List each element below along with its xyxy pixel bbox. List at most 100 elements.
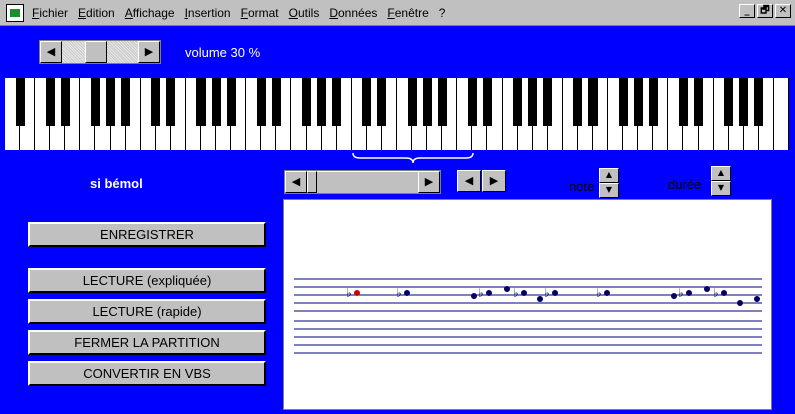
step-scrollbar[interactable]: ◀ ▶: [457, 170, 507, 194]
score-note[interactable]: [537, 296, 543, 302]
record-button[interactable]: ENREGISTRER: [28, 222, 266, 247]
step-left-arrow-icon[interactable]: ◀: [457, 170, 481, 192]
black-key[interactable]: [437, 78, 447, 126]
black-key[interactable]: [60, 78, 70, 126]
note-head: [721, 290, 727, 296]
score-note[interactable]: ♭: [713, 286, 727, 300]
menu-fenetre[interactable]: Fenêtre: [387, 6, 428, 20]
menu-help[interactable]: ?: [439, 6, 446, 20]
black-key[interactable]: [588, 78, 598, 126]
black-key[interactable]: [106, 78, 116, 126]
black-key[interactable]: [362, 78, 372, 126]
score-note[interactable]: [754, 296, 760, 302]
note-up-arrow-icon[interactable]: ▲: [599, 168, 619, 183]
note-head: [686, 290, 692, 296]
play-fast-button[interactable]: LECTURE (rapide): [28, 299, 266, 324]
black-key[interactable]: [196, 78, 206, 126]
black-key[interactable]: [15, 78, 25, 126]
black-key[interactable]: [513, 78, 523, 126]
black-key[interactable]: [211, 78, 221, 126]
duree-up-arrow-icon[interactable]: ▲: [711, 166, 731, 181]
black-key[interactable]: [618, 78, 628, 126]
flat-icon: ♭: [478, 286, 484, 300]
menu-bar: Fichier Edition Affichage Insertion Form…: [0, 0, 795, 26]
black-key[interactable]: [422, 78, 432, 126]
black-key[interactable]: [90, 78, 100, 126]
black-key[interactable]: [739, 78, 749, 126]
black-key[interactable]: [271, 78, 281, 126]
black-key[interactable]: [151, 78, 161, 126]
menu-edition[interactable]: Edition: [78, 6, 115, 20]
black-key[interactable]: [377, 78, 387, 126]
score-note[interactable]: ♭: [678, 286, 692, 300]
black-key[interactable]: [317, 78, 327, 126]
score-note[interactable]: [471, 293, 477, 299]
step-right-arrow-icon[interactable]: ▶: [482, 170, 506, 192]
flat-icon: ♭: [678, 286, 684, 300]
black-key[interactable]: [678, 78, 688, 126]
app-icon[interactable]: [6, 3, 24, 22]
note-head: [504, 286, 510, 292]
note-head: [471, 293, 477, 299]
duree-spinner[interactable]: ▲ ▼: [711, 166, 731, 196]
black-key[interactable]: [256, 78, 266, 126]
score-note[interactable]: ♭: [396, 286, 410, 300]
black-key[interactable]: [121, 78, 131, 126]
score-note[interactable]: [737, 300, 743, 306]
close-button[interactable]: ✕: [775, 4, 791, 18]
duree-down-arrow-icon[interactable]: ▼: [711, 181, 731, 196]
note-spinner-label: note: [569, 179, 595, 194]
position-thumb[interactable]: [307, 171, 317, 193]
menu-format[interactable]: Format: [241, 6, 279, 20]
black-key[interactable]: [724, 78, 734, 126]
position-scrollbar[interactable]: ◀ ▶: [284, 170, 441, 194]
volume-scrollbar[interactable]: ◀ ▶: [39, 40, 161, 64]
restore-button[interactable]: 🗗: [757, 4, 773, 18]
score-note[interactable]: [671, 293, 677, 299]
black-key[interactable]: [482, 78, 492, 126]
score-panel[interactable]: ♭ ♭ ♭ ♭ ♭ ♭ ♭ ♭: [283, 199, 772, 410]
black-key[interactable]: [226, 78, 236, 126]
volume-thumb[interactable]: [84, 41, 107, 63]
score-note[interactable]: ♭: [478, 286, 492, 300]
black-key[interactable]: [302, 78, 312, 126]
note-down-arrow-icon[interactable]: ▼: [599, 183, 619, 198]
note-spinner[interactable]: ▲ ▼: [599, 168, 619, 198]
menu-outils[interactable]: Outils: [289, 6, 320, 20]
menu-donnees[interactable]: Données: [329, 6, 377, 20]
score-note[interactable]: [704, 286, 710, 292]
menu-fichier[interactable]: Fichier: [32, 6, 68, 20]
note-head: [521, 290, 527, 296]
black-key[interactable]: [648, 78, 658, 126]
black-key[interactable]: [694, 78, 704, 126]
score-note[interactable]: ♭: [544, 286, 558, 300]
black-key[interactable]: [633, 78, 643, 126]
piano-keyboard[interactable]: [5, 78, 789, 150]
score-note[interactable]: ♭: [513, 286, 527, 300]
black-key[interactable]: [754, 78, 764, 126]
volume-left-arrow-icon[interactable]: ◀: [40, 41, 62, 63]
menu-insertion[interactable]: Insertion: [185, 6, 231, 20]
white-key[interactable]: [773, 78, 789, 150]
close-score-button[interactable]: FERMER LA PARTITION: [28, 330, 266, 355]
position-track[interactable]: [317, 171, 418, 193]
window-controls: _ 🗗 ✕: [739, 4, 791, 18]
score-note[interactable]: [504, 286, 510, 292]
black-key[interactable]: [407, 78, 417, 126]
volume-right-arrow-icon[interactable]: ▶: [138, 41, 160, 63]
black-key[interactable]: [45, 78, 55, 126]
menu-affichage[interactable]: Affichage: [125, 6, 175, 20]
position-right-arrow-icon[interactable]: ▶: [418, 171, 440, 193]
black-key[interactable]: [573, 78, 583, 126]
black-key[interactable]: [166, 78, 176, 126]
score-note[interactable]: ♭: [346, 286, 360, 300]
score-note[interactable]: ♭: [596, 286, 610, 300]
black-key[interactable]: [332, 78, 342, 126]
black-key[interactable]: [528, 78, 538, 126]
black-key[interactable]: [543, 78, 553, 126]
minimize-button[interactable]: _: [739, 4, 755, 18]
convert-vbs-button[interactable]: CONVERTIR EN VBS: [28, 361, 266, 386]
black-key[interactable]: [467, 78, 477, 126]
position-left-arrow-icon[interactable]: ◀: [285, 171, 307, 193]
play-explained-button[interactable]: LECTURE (expliquée): [28, 268, 266, 293]
